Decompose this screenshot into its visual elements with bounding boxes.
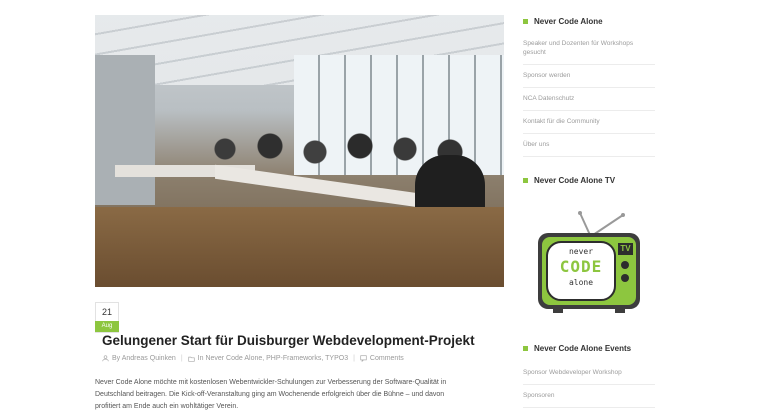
sidebar-link-sponsor[interactable]: Sponsor werden: [523, 65, 655, 88]
sidebar-events-list: Sponsor Webdeveloper Workshop Sponsoren: [523, 362, 655, 408]
tv-logo-text-code: CODE: [559, 257, 603, 276]
sidebar-link-ueber-uns[interactable]: Über uns: [523, 134, 655, 157]
sidebar-heading-tv: Never Code Alone TV: [523, 176, 615, 185]
post-date-day: 21: [101, 307, 112, 317]
sidebar-link-speaker[interactable]: Speaker und Dozenten für Workshops gesuc…: [523, 33, 655, 65]
meta-separator: |: [180, 355, 183, 362]
sidebar-heading-text: Never Code Alone Events: [534, 344, 632, 353]
sidebar-heading-text: Never Code Alone TV: [534, 176, 616, 185]
sidebar-link-datenschutz[interactable]: NCA Datenschutz: [523, 88, 655, 111]
tv-logo-text-alone: alone: [568, 278, 594, 287]
meta-separator: |: [353, 355, 355, 362]
user-icon: [102, 355, 109, 362]
folder-icon: [188, 356, 195, 362]
nca-tv-logo[interactable]: never CODE alone TV: [535, 205, 645, 315]
tv-badge: TV: [620, 244, 631, 253]
heading-bullet-icon: [523, 19, 528, 24]
post-meta: By Andreas Quinken | In Never Code Alone…: [102, 355, 404, 362]
heading-bullet-icon: [523, 346, 528, 351]
post-date-month: Aug: [95, 321, 119, 332]
post-title[interactable]: Gelungener Start für Duisburger Webdevel…: [102, 333, 512, 348]
post-categories[interactable]: In Never Code Alone, PHP-Frameworks, TYP…: [198, 355, 348, 362]
post-featured-image[interactable]: [95, 15, 504, 287]
sidebar-heading-text: Never Code Alone: [534, 17, 603, 26]
heading-bullet-icon: [523, 178, 528, 183]
sidebar-heading-events: Never Code Alone Events: [523, 344, 631, 353]
post-date-badge: 21 Aug: [95, 302, 119, 333]
sidebar-heading-nca: Never Code Alone: [523, 17, 603, 26]
excerpt-line: profitiert am Ende auch ein wohltätiger …: [95, 403, 239, 410]
excerpt-line: Deutschland beitragen. Die Kick-off-Vera…: [95, 391, 445, 398]
tv-logo-text-never: never: [568, 247, 594, 256]
image-wall: [95, 55, 155, 205]
excerpt-line: Never Code Alone möchte mit kostenlosen …: [95, 379, 447, 386]
post-excerpt: Never Code Alone möchte mit kostenlosen …: [95, 377, 505, 412]
comment-icon: [360, 355, 367, 362]
sidebar-event-sponsoren[interactable]: Sponsoren: [523, 385, 655, 408]
sidebar-link-list: Speaker und Dozenten für Workshops gesuc…: [523, 33, 655, 157]
post-author[interactable]: By Andreas Quinken: [112, 355, 176, 362]
image-floor: [95, 207, 504, 287]
sidebar-event-workshop[interactable]: Sponsor Webdeveloper Workshop: [523, 362, 655, 385]
post-comments-link[interactable]: Comments: [370, 355, 404, 362]
sidebar-link-kontakt[interactable]: Kontakt für die Community: [523, 111, 655, 134]
